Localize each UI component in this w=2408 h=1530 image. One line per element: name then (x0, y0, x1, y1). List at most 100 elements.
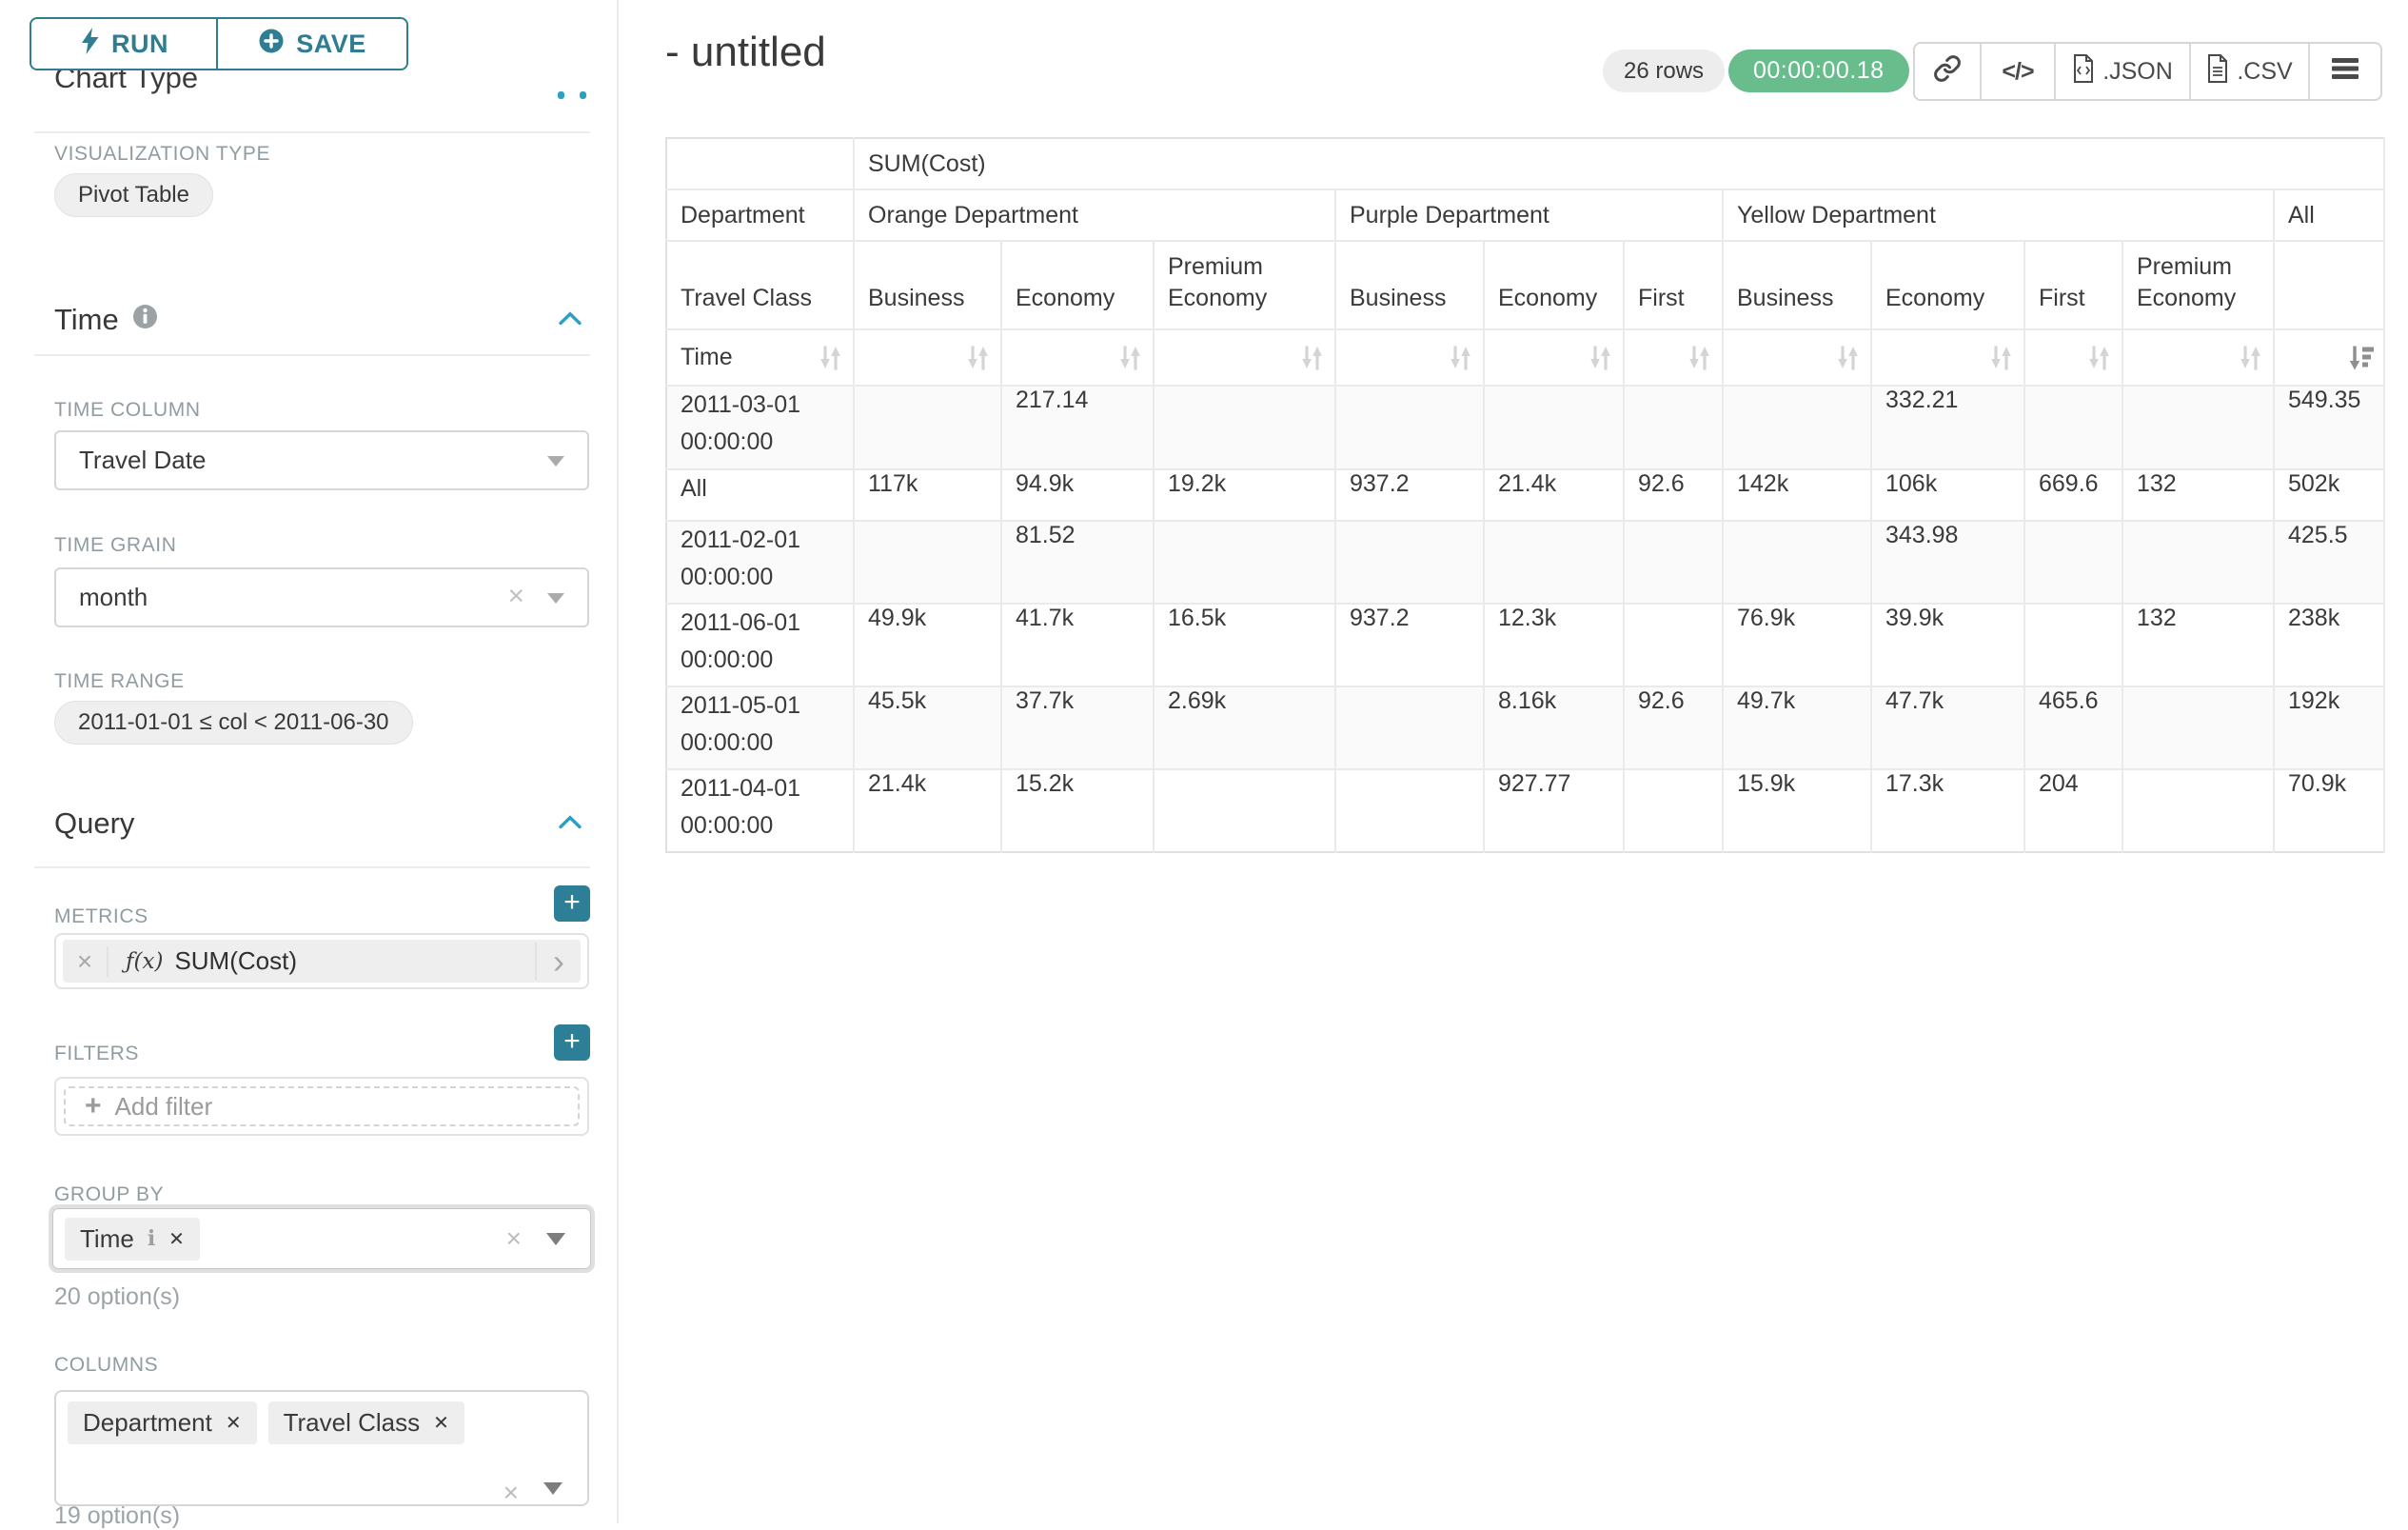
sort-icon[interactable] (965, 343, 991, 372)
remove-tag-icon[interactable]: ✕ (168, 1227, 185, 1251)
time-range-pill[interactable]: 2011-01-01 ≤ col < 2011-06-30 (54, 701, 413, 745)
pivot-cell: 132 (2122, 469, 2274, 521)
pivot-cell (1335, 769, 1484, 852)
add-metric-button[interactable]: + (554, 885, 590, 922)
sort-icon[interactable] (1588, 343, 1613, 372)
pivot-cell (2024, 604, 2122, 686)
pivot-cell: 92.6 (1624, 686, 1723, 769)
link-icon (1933, 54, 1962, 89)
sort-icon[interactable] (2086, 343, 2112, 372)
pivot-cell (854, 386, 1001, 469)
run-button[interactable]: RUN (31, 19, 218, 69)
sortable-column-header[interactable] (2024, 329, 2122, 386)
table-row: All117k94.9k19.2k937.221.4k92.6142k106k6… (666, 469, 2384, 521)
sort-icon[interactable] (1448, 343, 1473, 372)
columns-label: COLUMNS (54, 1354, 158, 1377)
sort-icon[interactable] (1117, 343, 1143, 372)
chevron-right-icon[interactable]: › (535, 943, 581, 981)
hamburger-menu-icon (2332, 58, 2359, 86)
sortable-column-header[interactable] (1154, 329, 1335, 386)
pivot-cell: 332.21 (1871, 386, 2024, 469)
metric-tag[interactable]: × ƒ(x) SUM(Cost) › (63, 940, 581, 983)
time-column-value: Travel Date (79, 446, 206, 475)
sortable-column-header[interactable] (1001, 329, 1154, 386)
clear-icon[interactable]: × (506, 1223, 522, 1254)
save-button-label: SAVE (296, 30, 366, 59)
columns-select[interactable]: Department✕ Travel Class ✕ × (54, 1390, 589, 1506)
row-count-badge: 26 rows (1603, 50, 1725, 92)
plus-icon: + (85, 1090, 102, 1123)
sort-icon[interactable] (1988, 343, 2014, 372)
save-button[interactable]: SAVE (218, 19, 406, 69)
column-header (2274, 241, 2384, 329)
field-tag[interactable]: Travel Class ✕ (268, 1401, 464, 1444)
sortable-column-header[interactable] (2274, 329, 2384, 386)
column-header: Business (1335, 241, 1484, 329)
more-menu-button[interactable] (2310, 44, 2380, 99)
chart-type-chevron-clipped (558, 91, 564, 99)
query-section-title: Query (54, 806, 134, 841)
add-filter-plus-button[interactable]: + (554, 1024, 590, 1061)
clear-icon[interactable]: × (503, 1478, 519, 1508)
sort-icon[interactable] (1835, 343, 1861, 372)
time-section-header: Time (54, 303, 158, 337)
info-icon[interactable] (132, 303, 158, 337)
sortable-column-header[interactable] (1871, 329, 2024, 386)
time-column-select[interactable]: Travel Date (54, 430, 589, 490)
view-query-button[interactable]: </> (1982, 44, 2056, 99)
group-by-select[interactable]: Timei ✕ × (52, 1208, 591, 1269)
visualization-type-pill[interactable]: Pivot Table (54, 173, 213, 217)
field-tag-label: Travel Class (284, 1408, 421, 1438)
export-csv-button[interactable]: .CSV (2191, 44, 2310, 99)
sortable-column-header[interactable] (1624, 329, 1723, 386)
time-grain-label: TIME GRAIN (54, 534, 177, 557)
time-collapse-chevron-icon[interactable] (558, 310, 582, 331)
function-icon: ƒ(x) (126, 949, 163, 974)
pivot-cell (1335, 386, 1484, 469)
remove-tag-icon[interactable]: ✕ (433, 1411, 449, 1435)
sortable-column-header[interactable] (2122, 329, 2274, 386)
time-section-title: Time (54, 303, 119, 337)
time-column-label: TIME COLUMN (54, 399, 201, 422)
pivot-cell: 425.5 (2274, 521, 2384, 604)
field-tag[interactable]: Timei ✕ (65, 1218, 200, 1261)
copy-link-button[interactable] (1915, 44, 1982, 99)
pivot-cell: 70.9k (2274, 769, 2384, 852)
remove-tag-icon[interactable]: ✕ (226, 1411, 242, 1435)
sortable-column-header[interactable] (1484, 329, 1624, 386)
sortable-column-header[interactable] (1723, 329, 1871, 386)
run-save-button-group: RUN SAVE (30, 17, 408, 70)
time-grain-select[interactable]: month × (54, 567, 589, 627)
pivot-cell (2024, 521, 2122, 604)
json-file-icon (2072, 54, 2095, 89)
chevron-down-icon[interactable] (546, 1233, 565, 1245)
field-tag-label: Time (80, 1224, 134, 1254)
export-json-button[interactable]: .JSON (2056, 44, 2191, 99)
sort-icon[interactable] (1299, 343, 1325, 372)
sortable-column-header[interactable] (854, 329, 1001, 386)
pivot-cell: 192k (2274, 686, 2384, 769)
pivot-cell: 132 (2122, 604, 2274, 686)
chevron-down-icon[interactable] (543, 1482, 563, 1495)
lightning-bolt-icon (79, 27, 100, 62)
info-icon[interactable]: i (148, 1226, 155, 1251)
sort-icon[interactable] (1687, 343, 1712, 372)
row-axis-department: Department (666, 189, 854, 241)
pivot-row-header: 2011-06-01 00:00:00 (666, 604, 854, 686)
pivot-cell (1624, 521, 1723, 604)
column-group-header: Yellow Department (1723, 189, 2274, 241)
pivot-cell: 15.2k (1001, 769, 1154, 852)
pivot-cell: 21.4k (1484, 469, 1624, 521)
query-collapse-chevron-icon[interactable] (558, 814, 582, 835)
pivot-cell: 45.5k (854, 686, 1001, 769)
sortable-column-header[interactable] (1335, 329, 1484, 386)
clear-icon[interactable]: × (507, 580, 524, 612)
sort-icon[interactable] (2238, 343, 2263, 372)
pivot-cell (1624, 769, 1723, 852)
row-axis-time-sortable[interactable]: Time (666, 329, 854, 386)
sort-desc-active-icon[interactable] (2347, 343, 2374, 372)
sort-icon[interactable] (818, 343, 843, 372)
remove-metric-icon[interactable]: × (63, 946, 109, 977)
add-filter-button[interactable]: + Add filter (64, 1086, 580, 1126)
field-tag[interactable]: Department✕ (68, 1401, 257, 1444)
